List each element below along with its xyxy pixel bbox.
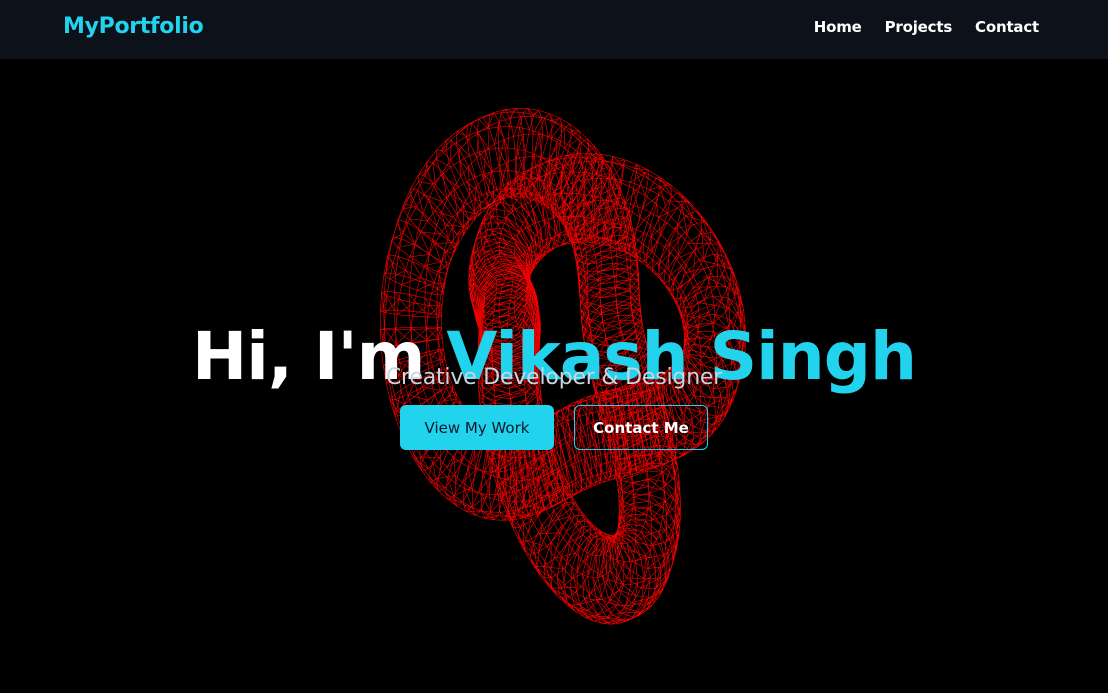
hero-section: Hi, I'm Vikash Singh Creative Developer … bbox=[0, 59, 1108, 693]
nav-links: Home Projects Contact bbox=[814, 18, 1039, 36]
cta-row: View My Work Contact Me bbox=[0, 405, 1108, 450]
nav-link-contact[interactable]: Contact bbox=[975, 18, 1039, 36]
nav-link-home[interactable]: Home bbox=[814, 18, 862, 36]
hero-subtitle: Creative Developer & Designer bbox=[385, 365, 723, 390]
view-my-work-button[interactable]: View My Work bbox=[400, 405, 554, 450]
navbar: MyPortfolio Home Projects Contact bbox=[0, 0, 1108, 59]
brand-logo[interactable]: MyPortfolio bbox=[63, 14, 204, 39]
nav-link-projects[interactable]: Projects bbox=[885, 18, 953, 36]
contact-me-button[interactable]: Contact Me bbox=[574, 405, 708, 450]
